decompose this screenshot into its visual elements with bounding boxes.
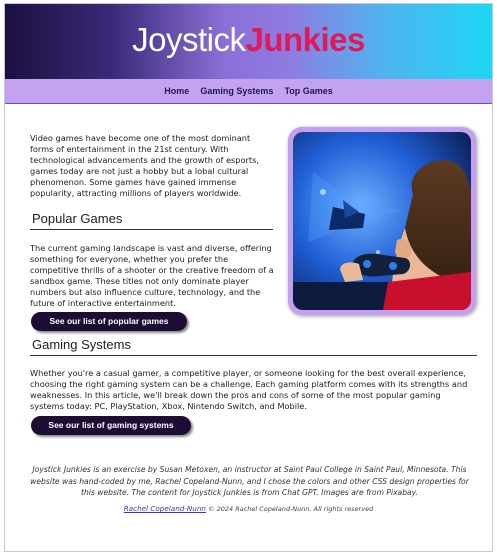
- gaming-systems-heading: Gaming Systems: [32, 337, 131, 352]
- header-banner: JoystickJunkies: [5, 4, 492, 79]
- author-link[interactable]: Rachel Copeland-Nunn: [124, 504, 206, 513]
- popular-games-heading: Popular Games: [32, 211, 123, 226]
- logo-word-joystick: Joystick: [132, 21, 246, 58]
- gamer-photo-frame: [288, 127, 476, 315]
- footer-copyright: Rachel Copeland-Nunn © 2024 Rachel Copel…: [5, 504, 492, 513]
- gaming-systems-paragraph: Whether you're a casual gamer, a competi…: [30, 368, 468, 411]
- popular-games-divider: [30, 229, 273, 230]
- logo-word-junkies: Junkies: [245, 21, 365, 58]
- main-nav: Home Gaming Systems Top Games: [5, 79, 492, 104]
- gamer-photo: [293, 132, 471, 310]
- footer-credits: Joystick Junkies is an exercise by Susan…: [30, 465, 469, 497]
- site-logo[interactable]: JoystickJunkies: [5, 21, 492, 59]
- nav-top-games[interactable]: Top Games: [284, 79, 332, 104]
- popular-games-paragraph: The current gaming landscape is vast and…: [30, 243, 274, 308]
- gaming-systems-divider: [30, 355, 477, 356]
- intro-paragraph: Video games have become one of the most …: [30, 133, 259, 198]
- nav-home[interactable]: Home: [164, 79, 189, 104]
- copyright-text: © 2024 Rachel Copeland-Nunn. All rights …: [208, 505, 374, 513]
- page: JoystickJunkies Home Gaming Systems Top …: [4, 3, 493, 552]
- popular-games-button[interactable]: See our list of popular games: [31, 312, 187, 331]
- nav-gaming-systems[interactable]: Gaming Systems: [200, 79, 273, 104]
- gaming-systems-button[interactable]: See our list of gaming systems: [31, 416, 191, 435]
